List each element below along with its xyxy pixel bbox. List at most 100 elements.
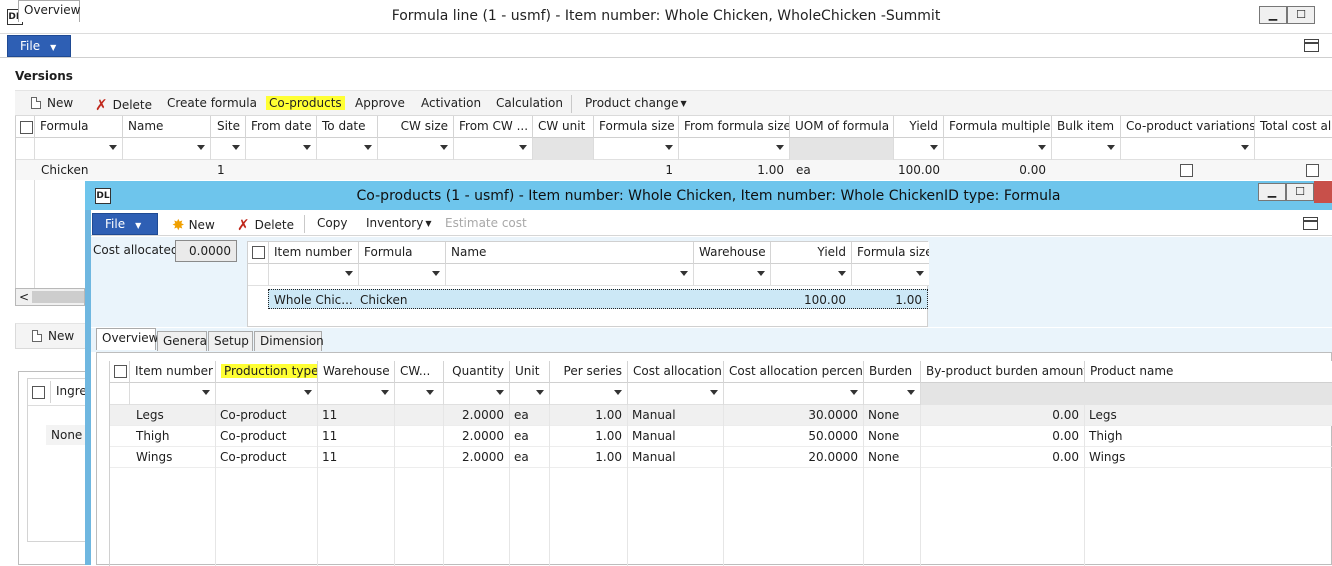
col-unit[interactable]: Unit	[509, 361, 549, 383]
col-from-date[interactable]: From date	[245, 116, 316, 138]
select-all-checkbox[interactable]	[20, 121, 33, 134]
co-maximize-button[interactable]: ☐	[1286, 183, 1314, 201]
filter-item-number[interactable]	[129, 383, 215, 405]
col-formula-size[interactable]: Formula size	[593, 116, 678, 138]
col-item-number[interactable]: Item number	[129, 361, 215, 383]
calculation-button[interactable]: Calculation	[496, 96, 563, 110]
filter-cost-allocation-percent[interactable]	[723, 383, 863, 405]
filter-quantity[interactable]	[443, 383, 509, 405]
approve-button[interactable]: Approve	[355, 96, 405, 110]
col-formula[interactable]: Formula	[34, 116, 122, 138]
col-yield[interactable]: Yield	[770, 242, 851, 264]
outer-maximize-button[interactable]: ☐	[1287, 6, 1315, 24]
col-name[interactable]: Name	[445, 242, 693, 264]
layout-icon[interactable]	[1304, 39, 1319, 52]
filter-co-product-variations[interactable]	[1120, 138, 1254, 160]
co-product-variations-checkbox[interactable]	[1180, 164, 1193, 177]
col-formula-multiple[interactable]: Formula multiple	[943, 116, 1051, 138]
col-formula-size[interactable]: Formula size	[851, 242, 929, 264]
table-row[interactable]: Wings Co-product 11 2.0000 ea 1.00 Manua…	[110, 447, 1332, 468]
col-warehouse[interactable]: Warehouse	[317, 361, 394, 383]
filter-yield[interactable]	[770, 264, 851, 286]
col-site[interactable]: Site	[210, 116, 245, 138]
col-cw-unit[interactable]: CW unit	[532, 116, 593, 138]
col-bulk-item[interactable]: Bulk item	[1051, 116, 1120, 138]
filter-unit[interactable]	[509, 383, 549, 405]
table-row[interactable]: Thigh Co-product 11 2.0000 ea 1.00 Manua…	[110, 426, 1332, 447]
filter-warehouse[interactable]	[317, 383, 394, 405]
col-burden[interactable]: Burden	[863, 361, 920, 383]
lines-select-all-checkbox[interactable]	[32, 386, 45, 399]
col-item-number[interactable]: Item number	[268, 242, 358, 264]
co-inventory-button[interactable]: Inventory ▼	[366, 216, 431, 230]
filter-formula[interactable]	[34, 138, 122, 160]
col-cw[interactable]: CW...	[394, 361, 439, 383]
outer-minimize-button[interactable]: ▁	[1259, 6, 1287, 24]
filter-cost-allocation[interactable]	[627, 383, 723, 405]
tab-setup[interactable]: Setup	[208, 331, 253, 351]
tab-dimension[interactable]: Dimension	[254, 331, 324, 351]
col-co-product-variations[interactable]: Co-product variations	[1120, 116, 1254, 138]
activation-button[interactable]: Activation	[421, 96, 481, 110]
filter-from-cw[interactable]	[453, 138, 532, 160]
co-top-select-all-checkbox[interactable]	[252, 246, 265, 259]
filter-name[interactable]	[445, 264, 693, 286]
versions-hscrollbar[interactable]: <	[15, 288, 85, 306]
col-cost-allocation-percent[interactable]: Cost allocation percent	[723, 361, 863, 383]
filter-from-date[interactable]	[245, 138, 316, 160]
col-from-cw[interactable]: From CW ...	[453, 116, 532, 138]
new-button[interactable]: New	[31, 96, 73, 110]
filter-bulk-item[interactable]	[1051, 138, 1120, 160]
col-yield[interactable]: Yield	[893, 116, 943, 138]
tab-general[interactable]: General	[157, 331, 210, 351]
filter-formula-multiple[interactable]	[943, 138, 1051, 160]
col-warehouse[interactable]: Warehouse	[693, 242, 770, 264]
col-cost-allocation[interactable]: Cost allocation	[627, 361, 723, 383]
scroll-left-icon[interactable]: <	[19, 289, 29, 305]
co-new-button[interactable]: ✸ New	[172, 216, 215, 234]
total-cost-all-checkbox[interactable]	[1306, 164, 1319, 177]
col-ingredient[interactable]: Ingred	[50, 381, 87, 403]
filter-formula[interactable]	[358, 264, 445, 286]
outer-file-button[interactable]: File ▼	[7, 35, 71, 57]
filter-cw[interactable]	[394, 383, 439, 405]
filter-to-date[interactable]	[316, 138, 377, 160]
col-name[interactable]: Name	[122, 116, 210, 138]
filter-name[interactable]	[122, 138, 210, 160]
filter-warehouse[interactable]	[693, 264, 770, 286]
filter-site[interactable]	[210, 138, 245, 160]
filter-from-formula-size[interactable]	[678, 138, 789, 160]
filter-formula-size[interactable]	[593, 138, 678, 160]
lines-tab-overview[interactable]: Overview	[18, 0, 81, 22]
co-products-button[interactable]: Co-products	[266, 96, 345, 110]
filter-burden[interactable]	[863, 383, 920, 405]
product-change-button[interactable]: Product change ▼	[585, 96, 687, 110]
col-per-series[interactable]: Per series	[549, 361, 627, 383]
col-from-formula-size[interactable]: From formula size	[678, 116, 789, 138]
col-to-date[interactable]: To date	[316, 116, 377, 138]
col-product-name[interactable]: Product name	[1084, 361, 1332, 383]
create-formula-button[interactable]: Create formula	[167, 96, 257, 110]
col-total-cost-all[interactable]: Total cost all	[1254, 116, 1332, 138]
col-cw-size[interactable]: CW size	[377, 116, 453, 138]
layout-icon[interactable]	[1303, 217, 1318, 230]
col-formula[interactable]: Formula	[358, 242, 445, 264]
filter-per-series[interactable]	[549, 383, 627, 405]
filter-item-number[interactable]	[268, 264, 358, 286]
filter-production-type[interactable]	[215, 383, 317, 405]
co-close-button[interactable]	[1314, 181, 1332, 203]
table-row[interactable]: Whole Chic... Chicken 100.00 1.00	[268, 289, 928, 309]
filter-formula-size[interactable]	[851, 264, 929, 286]
lines-new-button[interactable]: New	[32, 329, 74, 343]
filter-yield[interactable]	[893, 138, 943, 160]
table-row[interactable]: Legs Co-product 11 2.0000 ea 1.00 Manual…	[110, 405, 1332, 426]
co-delete-button[interactable]: ✗ Delete	[237, 216, 294, 234]
co-copy-button[interactable]: Copy	[317, 216, 347, 230]
co-minimize-button[interactable]: ▁	[1258, 183, 1286, 201]
col-uom-of-formula[interactable]: UOM of formula	[789, 116, 893, 138]
col-by-product-burden-amount[interactable]: By-product burden amount	[920, 361, 1084, 383]
col-quantity[interactable]: Quantity	[443, 361, 509, 383]
tab-overview[interactable]: Overview	[96, 328, 159, 350]
col-production-type[interactable]: Production type	[215, 361, 317, 383]
filter-total-cost[interactable]	[1254, 138, 1332, 160]
